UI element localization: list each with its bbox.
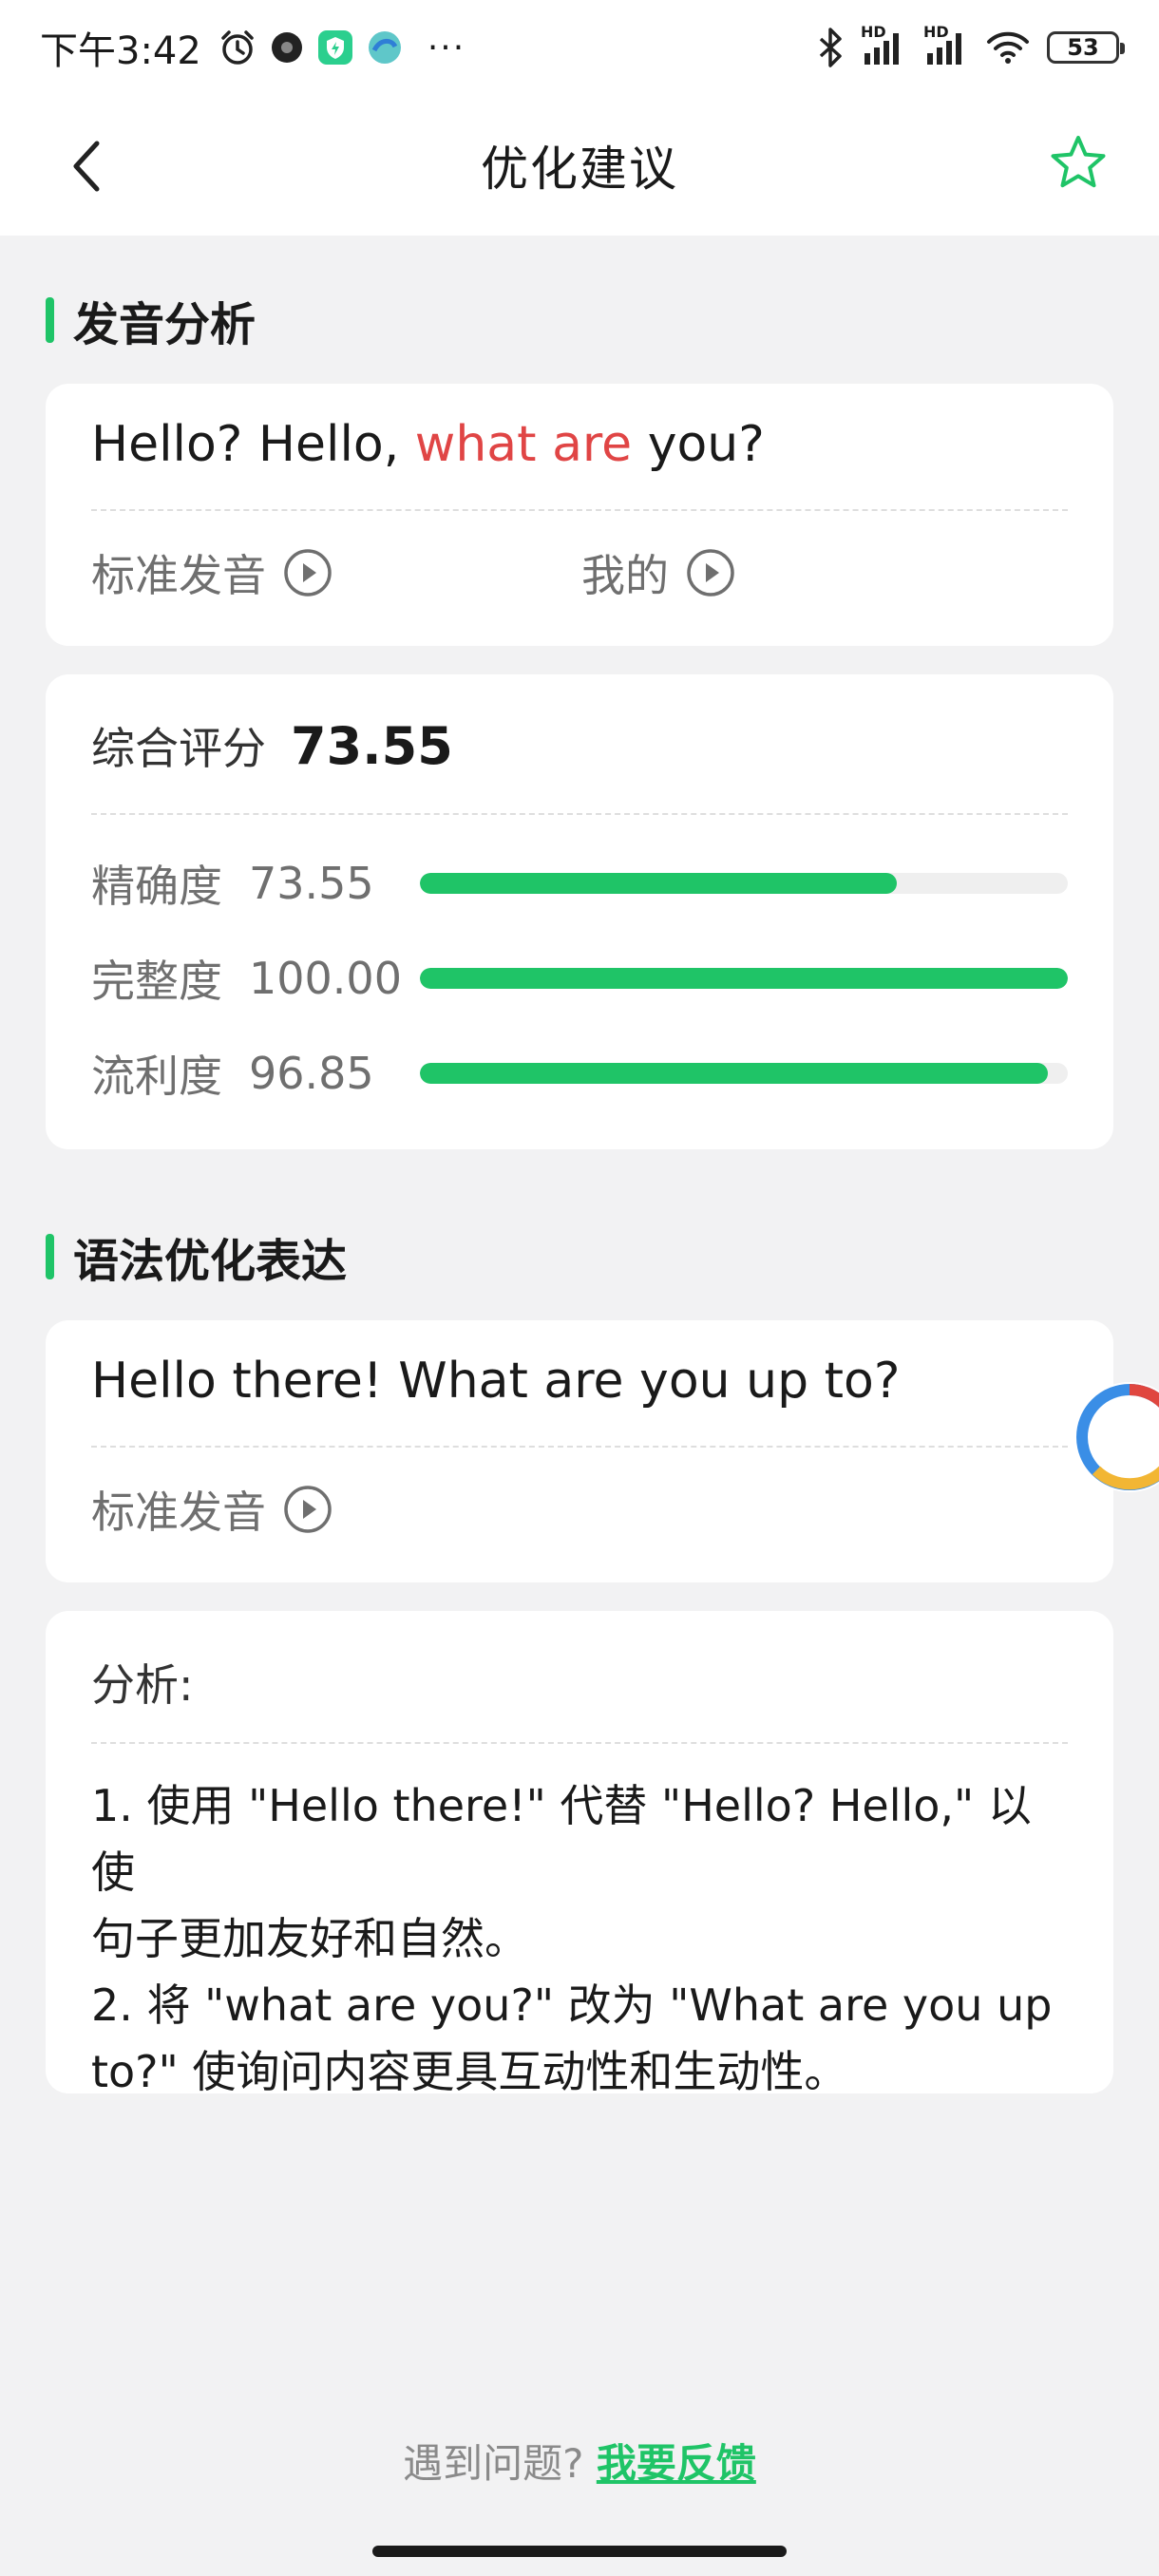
standard-pronunciation-button[interactable]: 标准发音	[91, 541, 581, 604]
app-header: 优化建议	[0, 95, 1159, 236]
grammar-section-title: 语法优化表达	[46, 1223, 347, 1290]
metric-fluency: 流利度 96.85	[91, 1026, 1068, 1121]
feedback-link[interactable]: 我要反馈	[597, 2440, 756, 2487]
metric-label: 完整度	[91, 956, 222, 1007]
metric-label: 精确度	[91, 861, 222, 912]
app-notification-icon	[270, 30, 304, 65]
floating-assistant-button[interactable]	[1068, 1375, 1159, 1499]
wifi-icon	[986, 29, 1030, 66]
page-title: 优化建议	[481, 142, 678, 197]
metric-value: 73.55	[249, 858, 374, 909]
my-recording-button[interactable]: 我的	[581, 541, 735, 604]
signal-icon-1: HD	[861, 23, 906, 66]
sentence-part-after: you?	[632, 416, 765, 473]
more-notifications-icon: ···	[427, 28, 466, 67]
section-accent-bar	[46, 1234, 54, 1279]
sentence-part-before: Hello? Hello,	[91, 416, 415, 473]
status-bar: 下午3:42 ··· HD HD 53	[0, 0, 1159, 95]
pronunciation-section-title: 发音分析	[46, 287, 256, 353]
progress-fill	[420, 873, 897, 894]
score-card: 综合评分 73.55 精确度 73.55 完整度 100.00 流利度 96.8…	[46, 674, 1113, 1149]
original-sentence: Hello? Hello, what are you?	[91, 384, 1068, 509]
metric-completeness: 完整度 100.00	[91, 931, 1068, 1026]
my-recording-label: 我的	[581, 550, 669, 601]
overall-score-row: 综合评分 73.55	[91, 674, 1068, 813]
overall-score-label: 综合评分	[91, 723, 266, 774]
metrics-list: 精确度 73.55 完整度 100.00 流利度 96.85	[91, 815, 1068, 1121]
bluetooth-icon	[817, 28, 844, 67]
browser-app-icon	[367, 29, 403, 66]
audio-row: 标准发音 我的	[91, 511, 1068, 635]
standard-pronunciation-label: 标准发音	[91, 1487, 266, 1538]
progress-track	[420, 968, 1068, 989]
pronunciation-card: Hello? Hello, what are you? 标准发音 我的	[46, 384, 1113, 646]
assistant-ring-icon	[1074, 1382, 1159, 1492]
standard-pronunciation-button[interactable]: 标准发音	[91, 1478, 332, 1541]
progress-fill	[420, 968, 1068, 989]
section-accent-bar	[46, 297, 54, 343]
analysis-text: 1. 使用 "Hello there!" 代替 "Hello? Hello," …	[91, 1780, 1053, 2097]
signal-hd-label-2: HD	[923, 23, 949, 41]
overall-score-value: 73.55	[291, 716, 453, 776]
alarm-icon	[218, 28, 256, 66]
home-indicator[interactable]	[372, 2546, 787, 2557]
pronunciation-section-title-text: 发音分析	[73, 298, 256, 351]
grammar-card: Hello there! What are you up to? 标准发音	[46, 1320, 1113, 1582]
footer: 遇到问题? 我要反馈	[0, 2432, 1159, 2490]
analysis-label: 分析:	[91, 1659, 194, 1711]
signal-hd-label-1: HD	[861, 23, 886, 41]
play-icon	[686, 548, 735, 597]
signal-icon-2: HD	[923, 23, 969, 66]
metric-value: 96.85	[249, 1048, 374, 1099]
optimized-sentence: Hello there! What are you up to?	[91, 1353, 901, 1410]
back-button[interactable]	[57, 133, 114, 199]
favorite-button[interactable]	[1045, 129, 1112, 196]
progress-track	[420, 1063, 1068, 1084]
play-icon	[283, 1485, 332, 1534]
metric-value: 100.00	[249, 953, 402, 1004]
grammar-section-title-text: 语法优化表达	[73, 1235, 348, 1288]
audio-row: 标准发音	[91, 1448, 1068, 1571]
metric-label: 流利度	[91, 1051, 222, 1102]
standard-pronunciation-label: 标准发音	[91, 550, 266, 601]
shield-app-icon	[317, 29, 353, 66]
metric-accuracy: 精确度 73.55	[91, 836, 1068, 931]
chevron-left-icon	[73, 141, 100, 192]
star-icon	[1051, 136, 1106, 188]
footer-question: 遇到问题?	[403, 2440, 584, 2487]
progress-fill	[420, 1063, 1048, 1084]
analysis-card: 分析: 1. 使用 "Hello there!" 代替 "Hello? Hell…	[46, 1611, 1113, 2097]
sentence-error-highlight: what are	[414, 416, 633, 473]
progress-track	[420, 873, 1068, 894]
status-time: 下午3:42	[40, 29, 201, 73]
play-icon	[283, 548, 332, 597]
battery-indicator: 53	[1047, 31, 1125, 64]
